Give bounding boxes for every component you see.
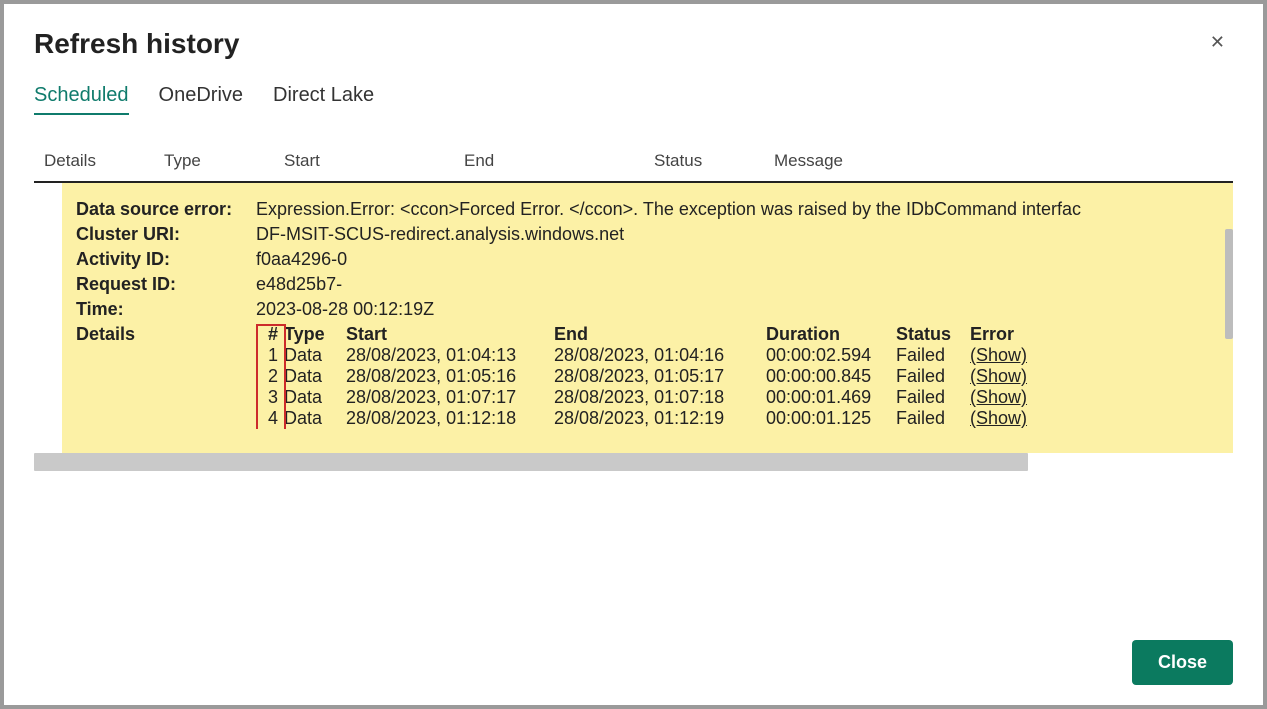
dr-end: 28/08/2023, 01:04:16 [554,345,766,366]
dr-status: Failed [896,408,970,429]
dr-type: Data [284,366,346,387]
dr-end: 28/08/2023, 01:05:17 [554,366,766,387]
dr-end: 28/08/2023, 01:12:19 [554,408,766,429]
dr-duration: 00:00:00.845 [766,366,896,387]
dr-num: 4 [256,408,284,429]
label-request-id: Request ID: [76,274,256,295]
label-activity-id: Activity ID: [76,249,256,270]
dr-start: 28/08/2023, 01:07:17 [346,387,554,408]
dh-status: Status [896,324,970,345]
col-message: Message [774,151,1223,171]
dr-duration: 00:00:01.125 [766,408,896,429]
dh-type: Type [284,324,346,345]
history-table-header: Details Type Start End Status Message [34,143,1233,183]
dr-status: Failed [896,387,970,408]
value-request-id: e48d25b7- [256,274,1219,295]
tab-direct-lake[interactable]: Direct Lake [273,84,374,115]
dr-type: Data [284,408,346,429]
value-data-source-error: Expression.Error: <ccon>Forced Error. </… [256,199,1219,220]
col-end: End [464,151,654,171]
col-type: Type [164,151,284,171]
label-time: Time: [76,299,256,320]
show-error-link[interactable]: (Show) [970,345,1027,365]
dr-duration: 00:00:02.594 [766,345,896,366]
dr-duration: 00:00:01.469 [766,387,896,408]
refresh-history-dialog: Refresh history ✕ Scheduled OneDrive Dir… [0,0,1267,709]
dh-num: # [256,324,284,345]
label-data-source-error: Data source error: [76,199,256,220]
dr-status: Failed [896,366,970,387]
dh-error: Error [970,324,1050,345]
panel-vertical-scrollbar[interactable] [1225,229,1233,339]
value-time: 2023-08-28 00:12:19Z [256,299,1219,320]
col-details: Details [44,151,164,171]
show-error-link[interactable]: (Show) [970,387,1027,407]
dr-num: 3 [256,387,284,408]
close-icon[interactable]: ✕ [1202,28,1233,57]
label-cluster-uri: Cluster URI: [76,224,256,245]
dr-type: Data [284,345,346,366]
dr-status: Failed [896,345,970,366]
dr-start: 28/08/2023, 01:04:13 [346,345,554,366]
dh-duration: Duration [766,324,896,345]
dr-num: 2 [256,366,284,387]
value-activity-id: f0aa4296-0 [256,249,1219,270]
close-button[interactable]: Close [1132,640,1233,685]
horizontal-scrollbar[interactable] [34,453,1028,471]
dr-num: 1 [256,345,284,366]
details-table-header: # Type Start End Duration Status Error [256,324,1219,345]
details-row: 2Data28/08/2023, 01:05:1628/08/2023, 01:… [256,366,1219,387]
dialog-title: Refresh history [34,28,239,60]
label-details: Details [76,324,256,429]
details-row: 1Data28/08/2023, 01:04:1328/08/2023, 01:… [256,345,1219,366]
col-start: Start [284,151,464,171]
show-error-link[interactable]: (Show) [970,366,1027,386]
tab-scheduled[interactable]: Scheduled [34,84,129,115]
dr-end: 28/08/2023, 01:07:18 [554,387,766,408]
dr-start: 28/08/2023, 01:05:16 [346,366,554,387]
col-status: Status [654,151,774,171]
dh-start: Start [346,324,554,345]
error-details-panel: ⓘ Data source error: Expression.Error: <… [34,183,1233,471]
dh-end: End [554,324,766,345]
value-cluster-uri: DF-MSIT-SCUS-redirect.analysis.windows.n… [256,224,1219,245]
show-error-link[interactable]: (Show) [970,408,1027,428]
dr-start: 28/08/2023, 01:12:18 [346,408,554,429]
tab-onedrive[interactable]: OneDrive [159,84,243,115]
dr-type: Data [284,387,346,408]
details-row: 4Data28/08/2023, 01:12:1828/08/2023, 01:… [256,408,1219,429]
details-row: 3Data28/08/2023, 01:07:1728/08/2023, 01:… [256,387,1219,408]
tab-bar: Scheduled OneDrive Direct Lake [34,84,1233,115]
